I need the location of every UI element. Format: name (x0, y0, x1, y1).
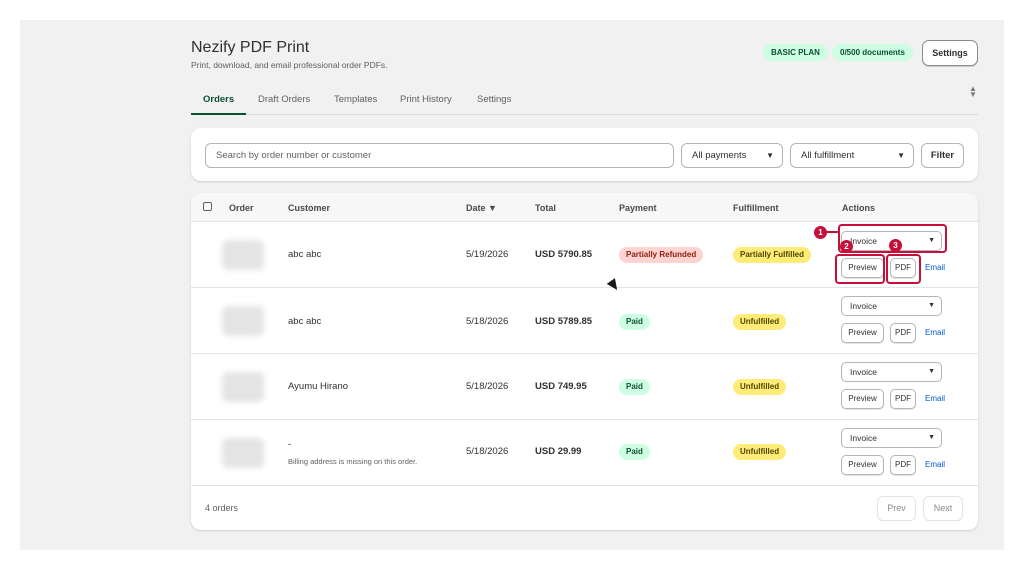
tab-settings[interactable]: Settings (477, 94, 511, 105)
app-subtitle: Print, download, and email professional … (191, 60, 388, 70)
payment-status-badge: Paid (619, 379, 650, 395)
email-link[interactable]: Email (925, 460, 945, 469)
annotation-marker-3: 3 (889, 239, 902, 252)
fulfillment-status-badge: Unfulfilled (733, 379, 787, 395)
orders-count: 4 orders (205, 503, 239, 513)
column-header-actions: Actions (842, 203, 876, 213)
preview-button[interactable]: Preview (841, 323, 884, 343)
fulfillment-filter-select[interactable]: All fulfillment ▼ (790, 143, 914, 168)
order-date: 5/18/2026 (466, 381, 509, 392)
annotation-box-preview (835, 254, 885, 284)
table-header: Order Customer Date ▼ Total Payment Fulf… (191, 193, 978, 222)
tab-orders[interactable]: Orders (203, 94, 234, 105)
chevron-down-icon: ▼ (928, 302, 935, 309)
table-row[interactable]: abc abc 5/18/2026 USD 5789.85 Paid Unful… (191, 288, 978, 354)
payment-filter-value: All payments (692, 150, 747, 161)
pdf-button[interactable]: PDF (890, 455, 916, 475)
active-tab-indicator (191, 113, 246, 115)
fulfillment-filter-value: All fulfillment (801, 150, 855, 161)
document-type-value: Invoice (850, 367, 877, 377)
document-type-select[interactable]: Invoice ▼ (841, 362, 942, 382)
payment-status-badge: Paid (619, 314, 650, 330)
settings-button[interactable]: Settings (922, 40, 978, 66)
order-thumbnail (222, 372, 264, 402)
order-total: USD 749.95 (535, 381, 587, 392)
payment-status-badge: Partially Refunded (619, 247, 704, 263)
column-header-customer[interactable]: Customer (288, 203, 330, 213)
order-thumbnail (222, 438, 264, 468)
pdf-button[interactable]: PDF (890, 323, 916, 343)
document-type-value: Invoice (850, 301, 877, 311)
annotation-connector (826, 231, 838, 233)
tab-bar: Orders Draft Orders Templates Print Hist… (191, 88, 978, 115)
billing-missing-note: Billing address is missing on this order… (288, 457, 418, 466)
chevron-down-icon: ▼ (766, 151, 774, 160)
column-header-payment[interactable]: Payment (619, 203, 657, 213)
annotation-marker-2: 2 (840, 240, 853, 253)
chevron-down-icon: ▼ (928, 434, 935, 441)
chevron-down-icon: ▼ (897, 151, 905, 160)
customer-name: abc abc (288, 249, 322, 260)
tab-print-history[interactable]: Print History (400, 94, 452, 105)
order-thumbnail (222, 306, 264, 336)
order-date: 5/18/2026 (466, 446, 509, 457)
pdf-button[interactable]: PDF (890, 389, 916, 409)
order-total: USD 5789.85 (535, 316, 593, 327)
tab-draft-orders[interactable]: Draft Orders (258, 94, 310, 105)
email-link[interactable]: Email (925, 394, 945, 403)
document-type-select[interactable]: Invoice ▼ (841, 428, 942, 448)
select-all-checkbox[interactable] (203, 202, 212, 211)
order-total: USD 29.99 (535, 446, 582, 457)
search-input[interactable]: Search by order number or customer (205, 143, 674, 168)
next-page-button[interactable]: Next (923, 496, 963, 521)
column-header-date[interactable]: Date ▼ (466, 203, 497, 213)
plan-badge: BASIC PLAN (763, 44, 828, 61)
customer-name: Ayumu Hirano (288, 381, 349, 392)
prev-page-button[interactable]: Prev (877, 496, 916, 521)
filter-button[interactable]: Filter (921, 143, 964, 168)
customer-name: - (288, 439, 292, 450)
annotation-box-pdf (886, 254, 921, 284)
email-link[interactable]: Email (925, 328, 945, 337)
app-title: Nezify PDF Print (191, 39, 310, 56)
preview-button[interactable]: Preview (841, 455, 884, 475)
fulfillment-status-badge: Partially Fulfilled (733, 247, 812, 263)
tab-templates[interactable]: Templates (334, 94, 377, 105)
email-link[interactable]: Email (925, 263, 945, 272)
preview-button[interactable]: Preview (841, 389, 884, 409)
order-date: 5/18/2026 (466, 316, 509, 327)
column-header-total[interactable]: Total (535, 203, 556, 213)
document-type-value: Invoice (850, 433, 877, 443)
chevron-down-icon: ▼ (928, 368, 935, 375)
order-total: USD 5790.85 (535, 249, 593, 260)
fulfillment-status-badge: Unfulfilled (733, 444, 787, 460)
scroll-arrows-icon[interactable]: ▲ ▼ (967, 85, 979, 110)
document-type-select[interactable]: Invoice ▼ (841, 296, 942, 316)
column-header-fulfillment[interactable]: Fulfillment (733, 203, 779, 213)
order-date: 5/19/2026 (466, 249, 509, 260)
fulfillment-status-badge: Unfulfilled (733, 314, 787, 330)
column-header-order[interactable]: Order (229, 203, 254, 213)
table-row[interactable]: Ayumu Hirano 5/18/2026 USD 749.95 Paid U… (191, 354, 978, 420)
payment-status-badge: Paid (619, 444, 650, 460)
customer-name: abc abc (288, 316, 322, 327)
order-thumbnail (222, 240, 264, 270)
documents-badge: 0/500 documents (832, 44, 913, 61)
table-row[interactable]: - Billing address is missing on this ord… (191, 420, 978, 486)
payment-filter-select[interactable]: All payments ▼ (681, 143, 783, 168)
